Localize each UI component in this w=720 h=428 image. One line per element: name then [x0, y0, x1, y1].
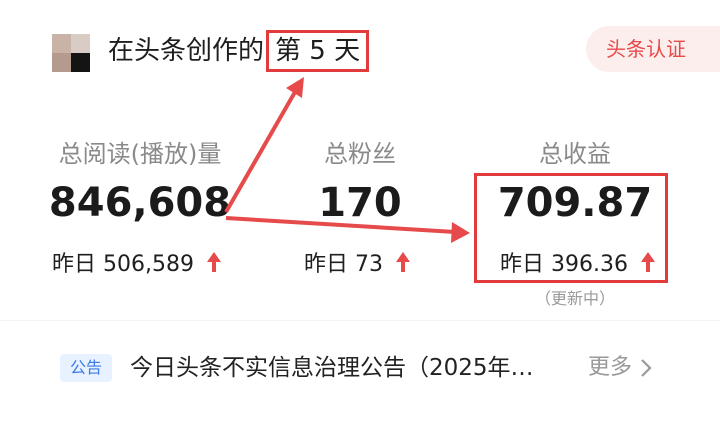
chevron-right-icon	[641, 359, 652, 377]
day-count-highlight: 第 5 天	[266, 30, 370, 72]
stat-label-reads: 总阅读(播放)量	[58, 140, 222, 168]
avatar[interactable]	[52, 34, 90, 72]
title-prefix: 在头条创作的	[108, 36, 265, 66]
yesterday-text: 昨日 506,589	[52, 252, 194, 277]
stat-value-reads[interactable]: 846,608	[40, 180, 240, 226]
stat-yesterday-reads: 昨日 506,589	[52, 246, 222, 278]
stat-value-fans[interactable]: 170	[280, 180, 440, 226]
updating-note: （更新中）	[534, 289, 615, 308]
up-arrow-icon	[206, 252, 221, 272]
stat-label-fans: 总粉丝	[324, 140, 396, 168]
up-arrow-icon	[396, 252, 410, 272]
section-divider	[0, 320, 720, 321]
page-title: 在头条创作的第 5 天	[108, 30, 370, 72]
income-highlight-box	[474, 173, 668, 283]
stat-yesterday-fans: 昨日 73	[304, 246, 411, 278]
more-link[interactable]: 更多	[588, 348, 652, 388]
notice-text[interactable]: 今日头条不实信息治理公告（2025年…	[130, 348, 534, 388]
verify-badge[interactable]: 头条认证	[586, 26, 720, 72]
more-label: 更多	[588, 355, 633, 380]
yesterday-text: 昨日 73	[304, 252, 383, 277]
notice-tag: 公告	[60, 354, 112, 382]
stat-label-income: 总收益	[539, 140, 611, 168]
